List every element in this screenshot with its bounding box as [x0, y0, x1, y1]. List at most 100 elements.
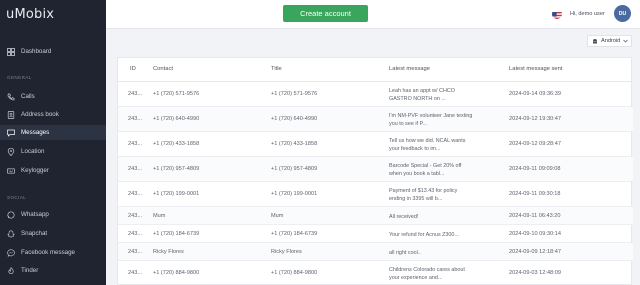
address-book-icon [7, 110, 15, 119]
cell-latest-message: All received! [389, 213, 487, 221]
message-line: when you book a tabl... [389, 170, 445, 177]
message-line: Tell us how we did. NCAL wants [389, 137, 466, 144]
column-header-contact[interactable]: Contact [153, 66, 173, 72]
column-header-id[interactable]: ID [130, 66, 136, 72]
sidebar-item-label: Snapchat [21, 230, 48, 237]
cell-latest-message: Childrens Colorado cares about your exper… [389, 266, 487, 282]
sidebar-item-messages[interactable]: Messages [0, 125, 106, 140]
sidebar-item-location[interactable]: Location [0, 144, 106, 159]
cell-id: 243... [128, 166, 142, 172]
cell-contact: +1 (720) 571-9576 [153, 91, 200, 97]
cell-id: 243... [128, 191, 142, 197]
message-line: Your refund for Acnus Z300... [389, 231, 459, 238]
column-header-title[interactable]: Title [271, 66, 282, 72]
user-greeting: Hi, demo user [570, 11, 605, 17]
location-pin-icon [7, 147, 15, 156]
table-header: ID Contact Title Latest message Latest m… [118, 58, 633, 82]
cell-latest-message: Payment of $13.43 for policy ending in 33… [389, 187, 487, 203]
sidebar-item-whatsapp[interactable]: Whatsapp [0, 207, 106, 222]
table-row[interactable]: 243... +1 (720) 640-4990 +1 (720) 640-4990… [118, 107, 633, 132]
section-label-general: GENERAL [7, 75, 32, 80]
sidebar-item-label: Dashboard [21, 48, 52, 55]
cell-title: +1 (720) 184-6739 [271, 230, 318, 237]
sidebar-item-label: Calls [21, 93, 35, 100]
cell-id: 243... [128, 141, 142, 147]
android-icon [592, 38, 598, 44]
sidebar-item-facebook-message[interactable]: Facebook message [0, 245, 106, 260]
column-header-latest-message-sent[interactable]: Latest message sent [509, 66, 563, 72]
us-flag-icon[interactable] [552, 9, 562, 19]
cell-contact: Ricky Flores [153, 248, 184, 255]
cell-id: 243... [128, 230, 142, 237]
table-row[interactable]: 243... +1 (720) 957-4809 +1 (720) 957-4809… [118, 157, 633, 182]
platform-selected-value: Android [601, 38, 621, 44]
cell-latest-message-sent: 2024-09-12 09:28:47 [509, 141, 561, 147]
cell-title: +1 (720) 433-1858 [271, 141, 318, 147]
phone-icon [7, 93, 15, 101]
snapchat-icon [7, 229, 15, 238]
sidebar-item-label: Address book [21, 111, 59, 118]
messages-icon [7, 129, 15, 137]
sidebar-item-label: Facebook message [21, 249, 75, 256]
messages-table: ID Contact Title Latest message Latest m… [117, 57, 633, 285]
top-bar: Create account Hi, demo user DU [106, 0, 640, 29]
sidebar-item-label: Whatsapp [21, 211, 49, 218]
sidebar-item-tinder[interactable]: Tinder [0, 263, 106, 278]
platform-select[interactable]: Android [587, 35, 632, 47]
message-line: All received! [389, 213, 419, 220]
table-row[interactable]: 243... +1 (720) 884-9800 +1 (720) 884-9800… [118, 261, 633, 285]
avatar[interactable]: DU [614, 5, 631, 22]
sidebar-item-label: Keylogger [21, 167, 49, 174]
sidebar-item-keylogger[interactable]: Keylogger [0, 163, 106, 178]
cell-id: 243... [128, 270, 142, 276]
cell-latest-message-sent: 2024-09-09 12:18:47 [509, 248, 561, 255]
cell-latest-message: all right cool.. [389, 249, 487, 257]
sidebar: uMobix Dashboard GENERAL Calls Address b… [0, 0, 106, 285]
message-line: Childrens Colorado cares about [389, 266, 465, 273]
table-row[interactable]: 243... +1 (720) 433-1858 +1 (720) 433-1858… [118, 132, 633, 157]
cell-title: +1 (720) 640-4990 [271, 116, 318, 122]
table-row[interactable]: 243... +1 (720) 184-6739 +1 (720) 184-6739… [118, 225, 633, 243]
message-line: Payment of $13.43 for policy [389, 187, 458, 194]
section-label-social: SOCIAL [7, 195, 27, 200]
cell-latest-message-sent: 2024-09-10 09:30:14 [509, 230, 561, 237]
message-line: ending in 3395 will b... [389, 195, 443, 202]
cell-id: 243... [128, 91, 142, 97]
cell-latest-message: Leah has an appt w/ CHCO GASTRO NORTH on … [389, 87, 487, 103]
cell-latest-message: Barcode Special - Get 20% off when you bo… [389, 162, 487, 178]
cell-id: 243... [128, 212, 142, 219]
app-logo: uMobix [6, 7, 55, 22]
sidebar-item-snapchat[interactable]: Snapchat [0, 226, 106, 241]
cell-title: +1 (720) 957-4809 [271, 166, 318, 172]
column-header-latest-message[interactable]: Latest message [389, 66, 430, 72]
sidebar-item-address-book[interactable]: Address book [0, 107, 106, 122]
message-line: Barcode Special - Get 20% off [389, 162, 462, 169]
sidebar-item-label: Messages [21, 129, 50, 136]
message-line: your experience and... [389, 274, 443, 281]
cell-latest-message-sent: 2024-09-14 09:36:39 [509, 91, 561, 97]
cell-latest-message-sent: 2024-09-03 12:48:09 [509, 270, 561, 276]
cell-title: Mum [271, 212, 284, 219]
cell-id: 243... [128, 248, 142, 255]
cell-latest-message-sent: 2024-09-11 06:43:20 [509, 212, 561, 219]
table-row[interactable]: 243... Mum Mum All received! 2024-09-11 06:4… [118, 207, 633, 225]
table-row[interactable]: 243... Ricky Flores Ricky Flores all right … [118, 243, 633, 261]
create-account-button[interactable]: Create account [283, 5, 368, 22]
sidebar-item-dashboard[interactable]: Dashboard [0, 44, 106, 59]
sidebar-item-label: Tinder [21, 267, 39, 274]
table-row[interactable]: 243... +1 (720) 571-9576 +1 (720) 571-9576… [118, 82, 633, 107]
chevron-down-icon [623, 39, 629, 43]
message-line: GASTRO NORTH on ... [389, 95, 446, 102]
message-line: you to see if P... [389, 120, 427, 127]
message-line: I'm NM-PVF volunteer Jane texting [389, 112, 473, 119]
message-line: Leah has an appt w/ CHCO [389, 87, 455, 94]
cell-latest-message-sent: 2024-09-12 19:30:47 [509, 116, 561, 122]
cell-latest-message: I'm NM-PVF volunteer Jane texting you to … [389, 112, 487, 128]
cell-id: 243... [128, 116, 142, 122]
sidebar-item-calls[interactable]: Calls [0, 89, 106, 104]
cell-contact: +1 (720) 433-1858 [153, 141, 200, 147]
table-row[interactable]: 243... +1 (720) 199-0001 +1 (720) 199-0001… [118, 182, 633, 207]
message-line: all right cool.. [389, 249, 421, 256]
whatsapp-icon [7, 210, 15, 219]
cell-contact: +1 (720) 199-0001 [153, 191, 200, 197]
